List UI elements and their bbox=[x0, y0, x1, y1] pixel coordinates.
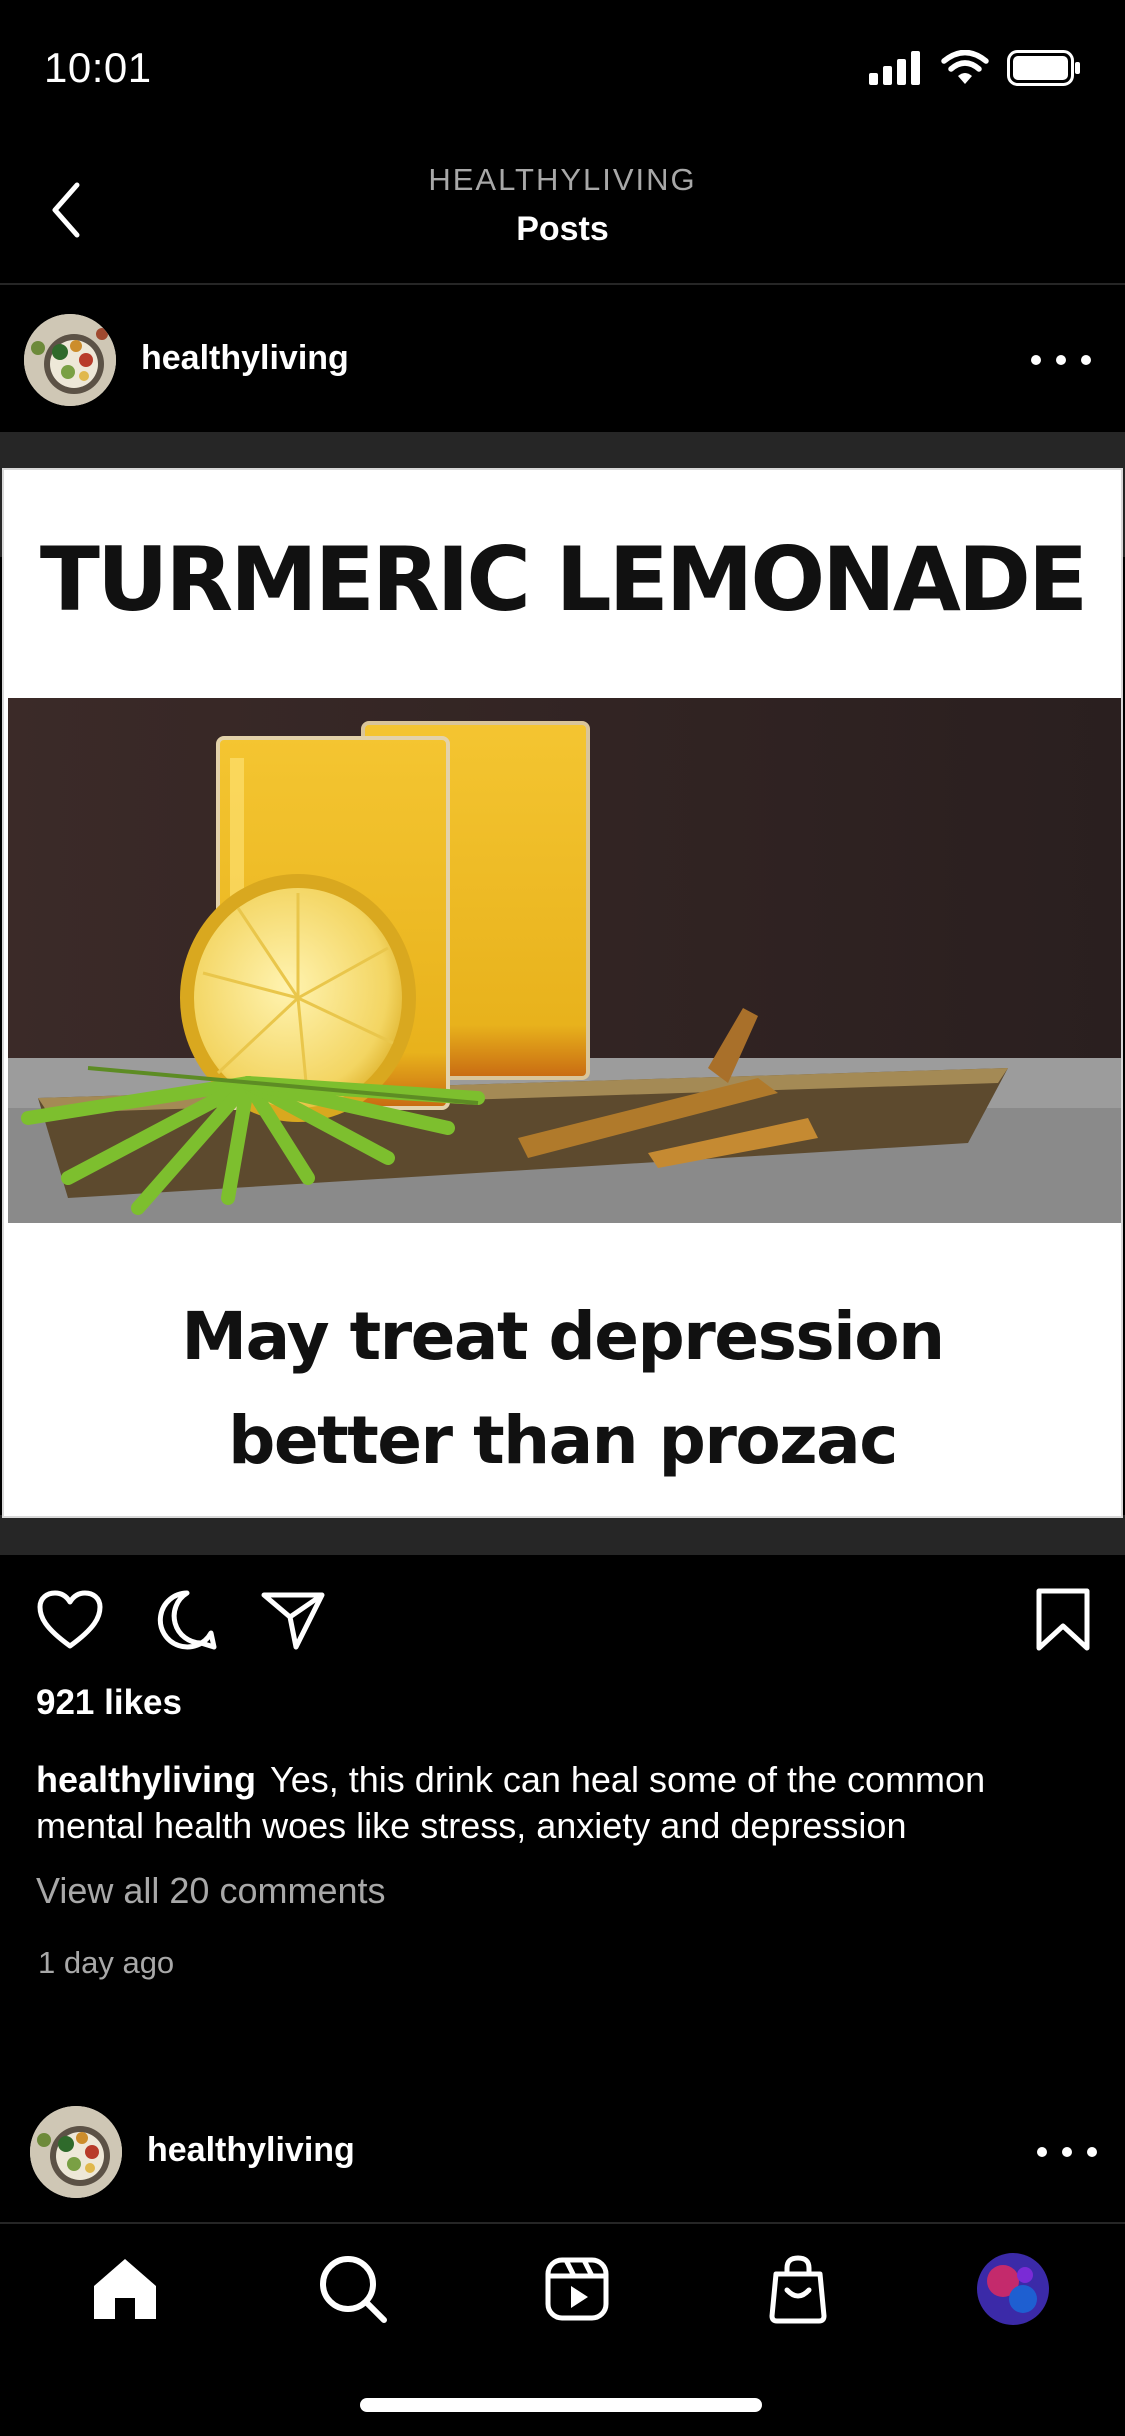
more-dot-icon bbox=[1056, 355, 1066, 365]
post-username[interactable]: healthyliving bbox=[141, 339, 349, 378]
nav-account-name: HEALTHYLIVING bbox=[428, 162, 697, 197]
more-dot-icon bbox=[1062, 2147, 1072, 2157]
more-dot-icon bbox=[1087, 2147, 1097, 2157]
tab-profile[interactable] bbox=[968, 2244, 1058, 2334]
view-comments-link[interactable]: View all 20 comments bbox=[36, 1870, 386, 1912]
bookmark-icon bbox=[1036, 1588, 1090, 1651]
more-dot-icon bbox=[1081, 355, 1091, 365]
more-dot-icon bbox=[1031, 355, 1041, 365]
nav-header: HEALTHYLIVING Posts bbox=[0, 140, 1125, 285]
post-username[interactable]: healthyliving bbox=[147, 2131, 355, 2170]
more-options-button[interactable] bbox=[1031, 340, 1091, 380]
home-indicator[interactable] bbox=[360, 2398, 762, 2412]
tab-home[interactable] bbox=[80, 2244, 170, 2334]
next-post-header: healthyliving bbox=[0, 2080, 1125, 2225]
comment-icon bbox=[157, 1590, 217, 1650]
instagram-post-screen: 10:01 HEALTHYLIVING Posts healthyliving … bbox=[0, 0, 1125, 2436]
search-icon bbox=[320, 2256, 387, 2323]
post-actions bbox=[0, 1585, 1125, 1655]
avatar[interactable] bbox=[24, 314, 116, 406]
tab-search[interactable] bbox=[308, 2244, 398, 2334]
like-count[interactable]: 921 likes bbox=[36, 1683, 182, 1723]
image-caption-line: better than prozac bbox=[228, 1402, 898, 1479]
page-title: Posts bbox=[516, 210, 609, 248]
reels-icon bbox=[545, 2257, 609, 2321]
tab-shop[interactable] bbox=[753, 2244, 843, 2334]
signal-icon bbox=[869, 51, 920, 85]
post-header: healthyliving bbox=[0, 288, 1125, 433]
status-time: 10:01 bbox=[44, 44, 152, 91]
image-caption: May treat depression better than prozac bbox=[4, 1285, 1121, 1493]
comment-button[interactable] bbox=[152, 1585, 222, 1655]
lemonade-photo bbox=[8, 698, 1121, 1223]
post-image[interactable]: TURMERIC LEMONADE May treat depression b… bbox=[2, 468, 1123, 1518]
image-caption-line: May treat depression bbox=[181, 1298, 945, 1375]
status-icons bbox=[869, 50, 1081, 86]
shop-icon bbox=[769, 2255, 827, 2324]
avatar[interactable] bbox=[30, 2106, 122, 2198]
heart-icon bbox=[37, 1590, 103, 1649]
image-headline: TURMERIC LEMONADE bbox=[39, 528, 1088, 631]
more-dot-icon bbox=[1037, 2147, 1047, 2157]
media-background bbox=[0, 1515, 1125, 1555]
share-button[interactable] bbox=[258, 1585, 328, 1655]
post-timestamp: 1 day ago bbox=[38, 1945, 175, 1980]
caption-username[interactable]: healthyliving bbox=[36, 1759, 256, 1800]
like-button[interactable] bbox=[35, 1585, 105, 1655]
more-options-button[interactable] bbox=[1037, 2132, 1097, 2172]
profile-avatar bbox=[977, 2253, 1049, 2325]
post-caption: healthyliving Yes, this drink can heal so… bbox=[36, 1757, 1096, 1849]
status-bar: 10:01 bbox=[0, 0, 1125, 140]
wifi-icon bbox=[941, 50, 989, 84]
save-button[interactable] bbox=[1028, 1585, 1098, 1655]
battery-icon bbox=[1007, 50, 1080, 86]
share-icon bbox=[261, 1592, 325, 1650]
home-icon bbox=[94, 2259, 156, 2319]
tab-reels[interactable] bbox=[532, 2244, 622, 2334]
